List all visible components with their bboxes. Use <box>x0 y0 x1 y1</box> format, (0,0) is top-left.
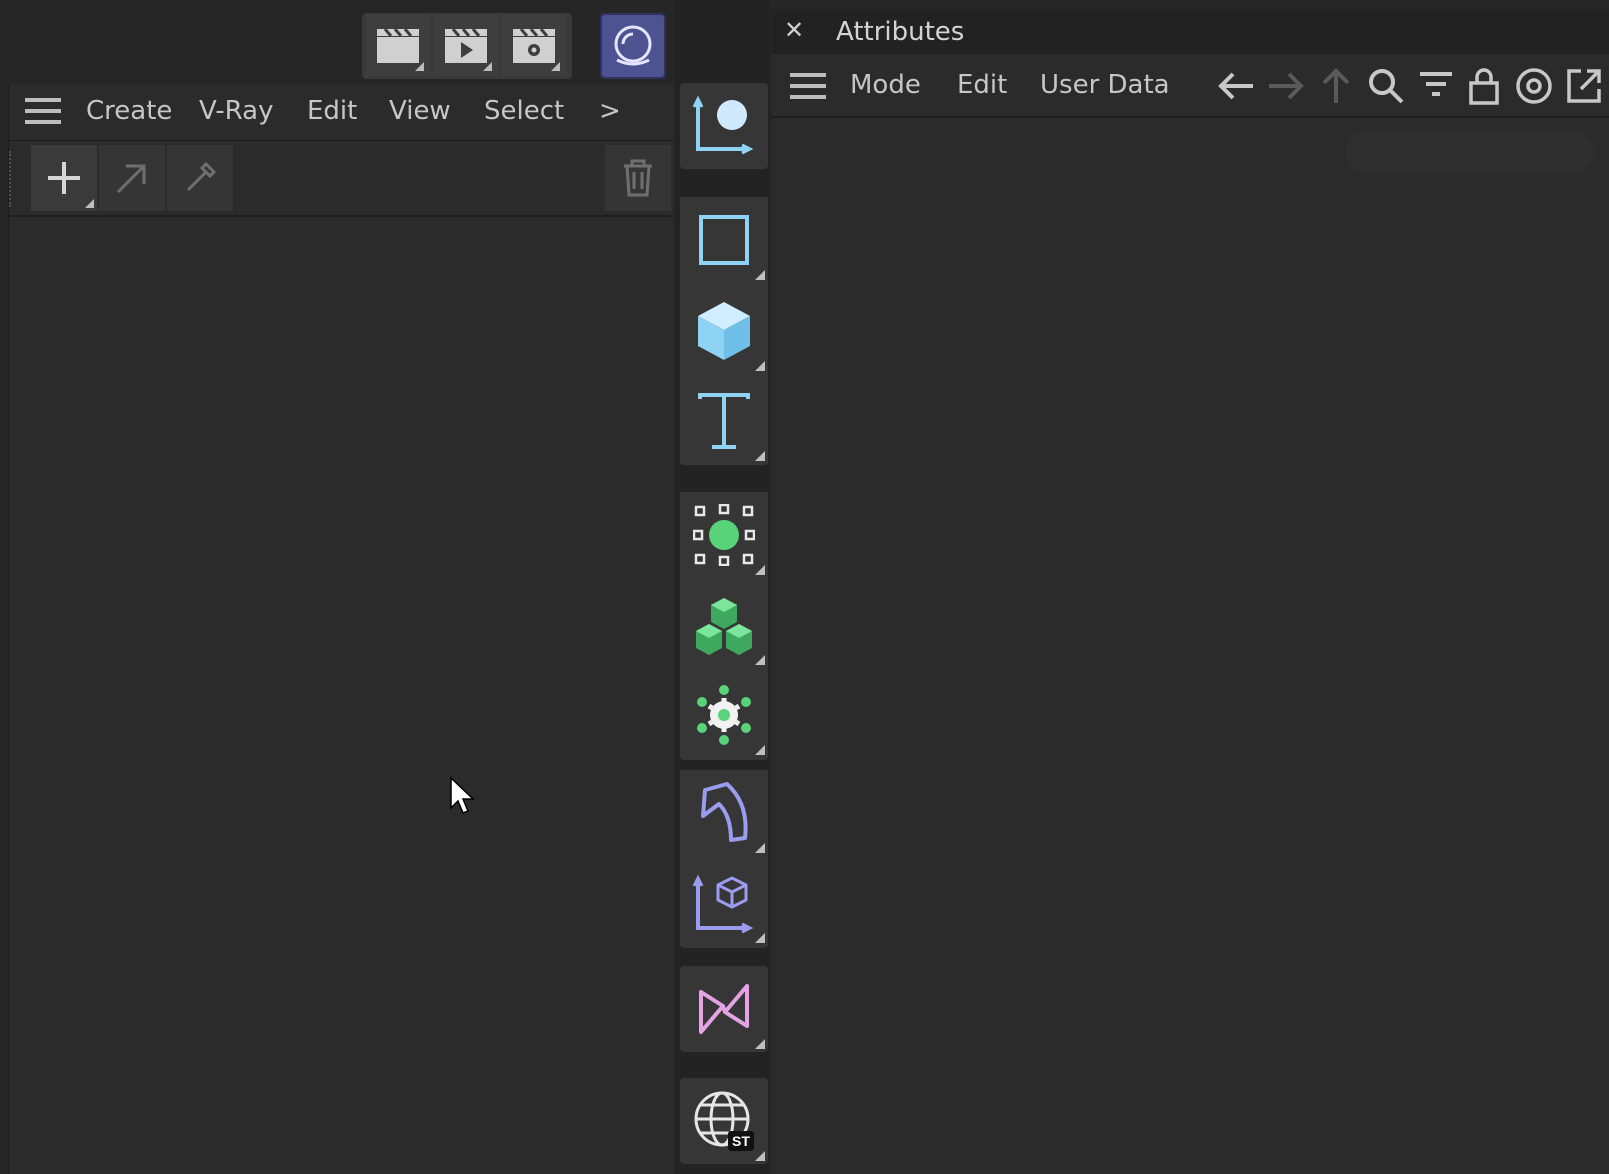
render-to-picture-viewer-button[interactable] <box>434 14 498 76</box>
lock-icon[interactable] <box>1464 66 1504 106</box>
plus-icon <box>48 162 80 194</box>
text-button[interactable] <box>680 378 768 464</box>
null-object-button[interactable] <box>680 83 768 169</box>
attributes-title-bar: ✕ Attributes <box>772 10 1609 54</box>
volume-button[interactable] <box>680 492 768 578</box>
hamburger-menu-icon[interactable] <box>790 71 826 101</box>
field-object-button[interactable] <box>680 860 768 946</box>
bend-icon <box>701 782 748 842</box>
menu-mode[interactable]: Mode <box>850 70 921 100</box>
eyedropper-button[interactable] <box>167 145 233 211</box>
up-arrow-icon[interactable] <box>1316 66 1356 106</box>
left-toolbar <box>9 141 675 217</box>
globe-icon: ST <box>694 1091 754 1151</box>
spline-icon <box>699 984 749 1034</box>
cubes-icon <box>696 598 752 655</box>
effector-button[interactable] <box>680 672 768 758</box>
menu-create[interactable]: Create <box>86 96 172 126</box>
square-icon <box>699 215 749 265</box>
add-material-button[interactable] <box>31 145 97 211</box>
cube-button[interactable] <box>680 288 768 374</box>
menu-select[interactable]: Select <box>484 96 564 126</box>
clapperboard-play-icon <box>445 28 487 63</box>
hamburger-menu-icon[interactable] <box>25 96 61 126</box>
menu-user-data[interactable]: User Data <box>1040 70 1170 100</box>
render-view-button[interactable] <box>366 14 430 76</box>
spline-button[interactable] <box>680 966 768 1052</box>
cloner-button[interactable] <box>680 582 768 668</box>
trash-icon <box>624 159 652 197</box>
mouse-cursor-icon <box>450 776 475 814</box>
redshift-render-view-button[interactable] <box>600 13 666 79</box>
plane-button[interactable] <box>680 197 768 283</box>
gear-nodes-icon <box>697 685 751 745</box>
target-icon[interactable] <box>1514 66 1554 106</box>
selection-sphere-icon <box>693 504 755 566</box>
clapperboard-icon <box>377 28 419 63</box>
eyedropper-icon <box>186 161 217 192</box>
forward-arrow-icon[interactable] <box>1266 66 1306 106</box>
menu-edit[interactable]: Edit <box>307 96 357 126</box>
menu-view[interactable]: View <box>389 96 451 126</box>
top-toolbar <box>0 0 760 82</box>
redshift-icon <box>614 25 652 66</box>
axis-cube-icon <box>692 874 754 934</box>
menu-vray[interactable]: V-Ray <box>199 96 273 126</box>
globe-badge: ST <box>732 1133 750 1149</box>
menu-edit[interactable]: Edit <box>957 70 1007 100</box>
clapperboard-gear-icon <box>513 28 555 63</box>
null-object-icon <box>692 95 754 155</box>
bend-deformer-button[interactable] <box>680 770 768 856</box>
arrow-up-right-icon <box>116 164 146 194</box>
panel-title: Attributes <box>836 17 965 47</box>
open-new-window-icon[interactable] <box>1564 66 1604 106</box>
left-menubar: Create V-Ray Edit View Select > <box>9 84 675 141</box>
back-arrow-icon[interactable] <box>1216 66 1256 106</box>
attributes-menubar: Mode Edit User Data <box>772 54 1609 118</box>
filter-icon[interactable] <box>1416 66 1456 106</box>
assign-button[interactable] <box>99 145 165 211</box>
menu-more-chevron[interactable]: > <box>599 96 621 126</box>
object-palette: ST <box>674 0 770 1174</box>
material-manager-panel: Create V-Ray Edit View Select > <box>8 84 675 1174</box>
toolbar-grip[interactable] <box>9 151 19 207</box>
render-settings-button[interactable] <box>502 14 566 76</box>
scene-tools-button[interactable]: ST <box>680 1078 768 1164</box>
search-icon[interactable] <box>1366 66 1406 106</box>
attributes-search-field[interactable] <box>1346 130 1594 174</box>
close-icon[interactable]: ✕ <box>784 16 804 44</box>
cube-icon <box>698 302 750 360</box>
attributes-panel: ✕ Attributes Mode Edit User Data <box>772 10 1609 1174</box>
delete-button[interactable] <box>605 145 671 211</box>
text-icon <box>698 393 750 449</box>
